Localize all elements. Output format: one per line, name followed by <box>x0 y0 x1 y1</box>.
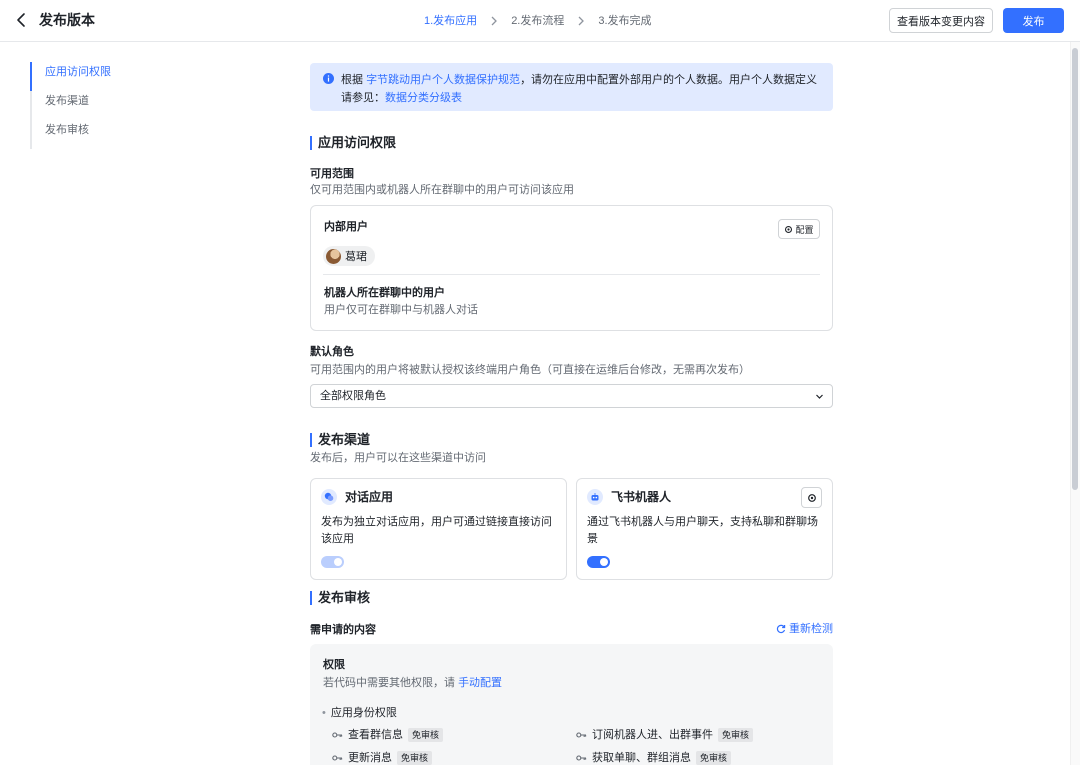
recheck-label: 重新检测 <box>789 623 833 635</box>
perm-desc-prefix: 若代码中需要其他权限，请 <box>323 677 455 689</box>
notice-prefix: 根据 <box>341 74 363 86</box>
group-users-desc: 用户仅可在群聊中与机器人对话 <box>324 304 478 316</box>
gear-icon <box>807 493 816 502</box>
channel-name: 对话应用 <box>345 490 394 504</box>
internal-users-label: 内部用户 <box>324 221 368 233</box>
notice-banner: 根据 字节跳动用户个人数据保护规范，请勿在应用中配置外部用户的个人数据。用户个人… <box>310 63 833 111</box>
stepper: 1.发布应用 2.发布流程 3.发布完成 <box>424 13 652 29</box>
key-icon <box>332 755 343 761</box>
view-changes-button[interactable]: 查看版本变更内容 <box>889 8 993 33</box>
perm-desc: 若代码中需要其他权限，请 手动配置 <box>323 676 502 690</box>
review-section-title: 发布审核 <box>310 590 370 606</box>
channels-section-title: 发布渠道 <box>310 432 370 448</box>
chat-bubble-icon <box>321 489 337 505</box>
step-publish-app: 1.发布应用 <box>424 15 478 27</box>
channel-desc: 通过飞书机器人与用户聊天，支持私聊和群聊场景 <box>587 516 818 545</box>
permission-item: 订阅机器人进、出群事件 免审核 <box>576 728 754 742</box>
content-label: 需申请的内容 <box>310 624 376 636</box>
channel-desc: 发布为独立对话应用，用户可通过链接直接访问该应用 <box>321 516 552 545</box>
key-icon <box>576 732 587 738</box>
role-select[interactable]: 全部权限角色 <box>310 384 833 408</box>
page-title: 发布版本 <box>39 12 95 28</box>
permission-item: 更新消息 免审核 <box>332 751 433 765</box>
top-bar: 发布版本 1.发布应用 2.发布流程 3.发布完成 查看版本变更内容 发布 <box>0 0 1080 42</box>
key-icon <box>576 755 587 761</box>
config-button[interactable]: 配置 <box>778 219 820 239</box>
sidebar-item-access[interactable]: 应用访问权限 <box>30 62 170 91</box>
scope-label: 可用范围 <box>310 168 354 180</box>
chevron-down-icon <box>816 394 823 399</box>
config-label: 配置 <box>795 224 814 235</box>
exempt-badge: 免审核 <box>696 751 732 765</box>
chat-app-toggle[interactable] <box>321 556 344 568</box>
manual-config-link[interactable]: 手动配置 <box>458 677 502 689</box>
back-arrow-icon[interactable] <box>14 12 28 28</box>
channel-card-chat: 对话应用 发布为独立对话应用，用户可通过链接直接访问该应用 <box>310 478 567 580</box>
key-icon <box>332 732 343 738</box>
exempt-badge: 免审核 <box>397 751 433 765</box>
publish-button[interactable]: 发布 <box>1003 8 1064 33</box>
user-chip: 葛珺 <box>323 246 375 266</box>
sidebar-nav: 应用访问权限 发布渠道 发布审核 <box>30 62 170 149</box>
permission-item: 获取单聊、群组消息 免审核 <box>576 751 732 765</box>
chevron-right-icon <box>491 16 498 26</box>
data-classification-link[interactable]: 数据分类分级表 <box>385 92 462 104</box>
sidebar-item-review[interactable]: 发布审核 <box>30 120 170 149</box>
group-users-label: 机器人所在群聊中的用户 <box>324 287 445 299</box>
refresh-icon <box>776 624 786 634</box>
step-publish-flow: 2.发布流程 <box>511 15 565 27</box>
channel-name: 飞书机器人 <box>611 490 672 504</box>
gear-icon <box>785 225 793 233</box>
role-desc: 可用范围内的用户将被默认授权该终端用户角色（可直接在运维后台修改，无需再次发布） <box>310 364 750 376</box>
step-publish-done: 3.发布完成 <box>598 15 652 27</box>
recheck-link[interactable]: 重新检测 <box>776 622 833 636</box>
privacy-policy-link[interactable]: 字节跳动用户个人数据保护规范 <box>366 74 520 86</box>
avatar <box>326 248 341 264</box>
scrollbar-thumb[interactable] <box>1072 48 1078 490</box>
role-select-value: 全部权限角色 <box>320 390 386 402</box>
permissions-box: 权限 若代码中需要其他权限，请 手动配置 • 应用身份权限 查看群信息 免审核 订… <box>310 644 833 765</box>
divider <box>323 274 820 275</box>
feishu-bot-toggle[interactable] <box>587 556 610 568</box>
scope-desc: 仅可用范围内或机器人所在群聊中的用户可访问该应用 <box>310 184 574 196</box>
user-chip-name: 葛珺 <box>345 251 367 263</box>
exempt-badge: 免审核 <box>408 728 444 742</box>
chevron-right-icon <box>578 16 585 26</box>
access-section-title: 应用访问权限 <box>310 135 396 151</box>
role-label: 默认角色 <box>310 346 354 358</box>
info-icon <box>323 73 334 84</box>
bot-settings-button[interactable] <box>801 487 822 508</box>
channel-card-bot: 飞书机器人 通过飞书机器人与用户聊天，支持私聊和群聊场景 <box>576 478 833 580</box>
channels-section-desc: 发布后，用户可以在这些渠道中访问 <box>310 452 486 464</box>
robot-icon <box>587 489 603 505</box>
scope-card: 内部用户 配置 葛珺 机器人所在群聊中的用户 用户仅可在群聊中与机器人对话 <box>310 205 833 331</box>
identity-perm-label: • 应用身份权限 <box>322 707 397 719</box>
perm-title: 权限 <box>323 659 345 671</box>
permission-item: 查看群信息 免审核 <box>332 728 444 742</box>
sidebar-item-channels[interactable]: 发布渠道 <box>30 91 170 120</box>
exempt-badge: 免审核 <box>718 728 754 742</box>
